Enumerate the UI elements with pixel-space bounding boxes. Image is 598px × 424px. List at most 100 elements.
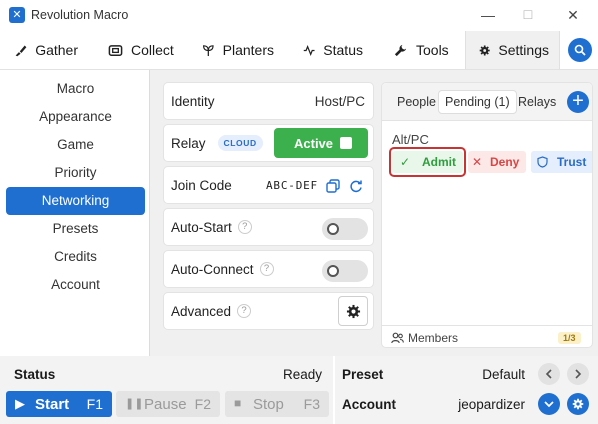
identity-row: Identity Host/PC	[163, 82, 374, 120]
sidebar-item-networking[interactable]: Networking	[6, 187, 145, 215]
toggle-knob	[327, 265, 339, 277]
admit-label: Admit	[422, 155, 456, 169]
play-icon: ▶	[15, 396, 25, 411]
account-value: jeopardizer	[458, 397, 525, 412]
chevron-left-icon	[545, 369, 552, 379]
stop-icon: ■	[234, 396, 242, 410]
advanced-label: Advanced	[171, 303, 232, 319]
tab-planters[interactable]: Planters	[192, 31, 284, 69]
tab-settings[interactable]: Settings	[465, 31, 560, 69]
tab-gather[interactable]: Gather	[4, 31, 88, 69]
sidebar-item-credits[interactable]: Credits	[6, 243, 145, 271]
add-peer-button[interactable]: +	[567, 91, 589, 113]
toggle-knob	[327, 223, 339, 235]
auto-connect-row: Auto-Connect ?	[163, 250, 374, 288]
main-tab-bar: Gather Collect Planters Status Tools Set…	[0, 31, 598, 69]
close-button[interactable]: ✕	[558, 4, 588, 26]
advanced-row: Advanced ?	[163, 292, 374, 330]
account-dropdown-button[interactable]	[538, 393, 560, 415]
sidebar-item-account[interactable]: Account	[6, 271, 145, 299]
join-code-row: Join Code ABC-DEF	[163, 166, 374, 204]
relay-active-button[interactable]: Active	[274, 128, 368, 158]
tab-label: Settings	[498, 42, 549, 58]
auto-connect-toggle[interactable]	[322, 260, 368, 282]
stop-hotkey: F3	[303, 396, 320, 412]
account-settings-button[interactable]	[567, 393, 589, 415]
deny-button[interactable]: ✕ Deny	[468, 151, 526, 173]
window-title: Revolution Macro	[31, 8, 129, 22]
auto-start-row: Auto-Start ?	[163, 208, 374, 246]
check-icon: ✓	[400, 155, 411, 169]
auto-start-toggle[interactable]	[322, 218, 368, 240]
admit-button[interactable]: ✓ Admit	[392, 151, 463, 173]
divider	[333, 356, 335, 424]
pulse-icon	[303, 44, 315, 56]
trust-label: Trust	[557, 155, 587, 169]
pause-label: Pause	[144, 396, 187, 413]
app-logo-icon: ✕	[9, 7, 25, 23]
copy-icon[interactable]	[326, 179, 340, 193]
wrench-icon	[394, 44, 407, 56]
join-code-label: Join Code	[171, 177, 232, 193]
auto-start-label: Auto-Start	[171, 219, 232, 235]
peers-panel: People Pending (1) Relays + Alt/PC ✓ Adm…	[381, 82, 593, 348]
tab-label: Status	[323, 42, 363, 58]
tab-label: Collect	[131, 42, 174, 58]
join-code-value: ABC-DEF	[266, 179, 318, 192]
preset-next-button[interactable]	[567, 363, 589, 385]
help-icon[interactable]: ?	[259, 262, 274, 276]
members-count-badge: 1/3	[558, 332, 581, 344]
collect-icon	[108, 44, 123, 56]
tab-collect[interactable]: Collect	[98, 31, 184, 69]
tab-pending[interactable]: Pending (1)	[438, 90, 517, 114]
gear-icon	[346, 304, 360, 318]
status-label: Status	[14, 367, 56, 382]
stop-button[interactable]: ■ Stop F3	[225, 391, 329, 417]
sprout-icon	[203, 44, 214, 56]
sidebar-item-presets[interactable]: Presets	[6, 215, 145, 243]
minimize-button[interactable]: —	[473, 4, 503, 26]
advanced-settings-button[interactable]	[338, 296, 368, 326]
sidebar-item-priority[interactable]: Priority	[6, 159, 145, 187]
x-icon: ✕	[472, 155, 483, 169]
refresh-icon[interactable]	[349, 179, 363, 193]
pause-button[interactable]: ❚❚ Pause F2	[116, 391, 220, 417]
chevron-right-icon	[575, 369, 582, 379]
pause-hotkey: F2	[194, 396, 211, 412]
tab-label: Gather	[35, 42, 78, 58]
maximize-button[interactable]: ☐	[513, 4, 543, 26]
identity-label: Identity	[171, 93, 215, 109]
sidebar-item-macro[interactable]: Macro	[6, 75, 145, 103]
search-icon	[574, 44, 586, 56]
members-label: Members	[408, 331, 459, 345]
tab-tools[interactable]: Tools	[383, 31, 459, 69]
bottom-bar: Status Ready Preset Default ▶ Start F1 ❚…	[0, 356, 598, 424]
tab-people[interactable]: People	[391, 90, 442, 114]
relay-row: Relay CLOUD Active	[163, 124, 374, 162]
help-icon[interactable]: ?	[237, 220, 252, 234]
account-label: Account	[342, 397, 396, 412]
brush-icon	[15, 45, 27, 56]
trust-button[interactable]: Trust	[531, 151, 592, 173]
tab-relays[interactable]: Relays	[512, 90, 562, 114]
preset-value: Default	[482, 367, 525, 382]
settings-panel: Macro Appearance Game Priority Networkin…	[0, 69, 598, 357]
stop-label: Stop	[253, 396, 284, 413]
start-button[interactable]: ▶ Start F1	[6, 391, 112, 417]
toggle-square-icon	[340, 137, 352, 149]
relay-active-label: Active	[294, 136, 334, 151]
identity-value: Host/PC	[314, 94, 365, 109]
settings-sidebar: Macro Appearance Game Priority Networkin…	[0, 70, 150, 357]
members-footer: Members 1/3	[382, 325, 592, 347]
preset-prev-button[interactable]	[538, 363, 560, 385]
start-hotkey: F1	[86, 396, 103, 412]
deny-label: Deny	[490, 155, 520, 169]
sidebar-item-game[interactable]: Game	[6, 131, 145, 159]
pause-icon: ❚❚	[125, 398, 144, 410]
tab-status[interactable]: Status	[293, 31, 373, 69]
sidebar-item-appearance[interactable]: Appearance	[6, 103, 145, 131]
gear-icon	[572, 398, 584, 410]
help-icon[interactable]: ?	[237, 304, 252, 318]
start-label: Start	[35, 396, 70, 413]
search-button[interactable]	[568, 38, 592, 62]
